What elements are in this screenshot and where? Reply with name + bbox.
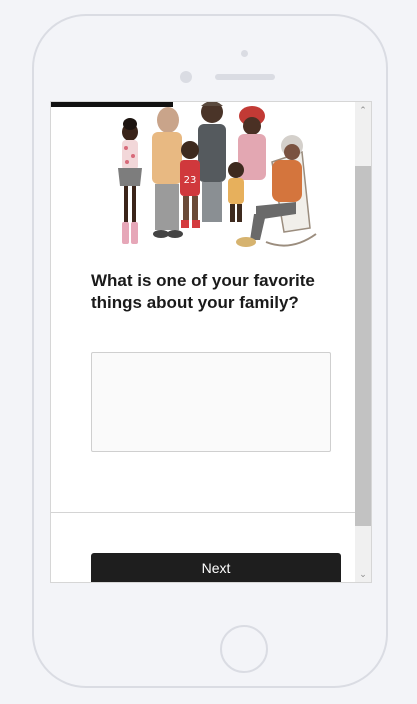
chevron-up-icon[interactable]: ⌃	[355, 102, 371, 118]
answer-textarea[interactable]	[91, 352, 331, 452]
footer-divider	[51, 512, 355, 513]
boy-figure: 23	[180, 141, 200, 228]
survey-screen: 23 What is one of your favorite things a…	[50, 101, 372, 583]
next-button[interactable]: Next	[91, 553, 341, 582]
family-illustration: 23	[118, 102, 317, 247]
speaker-grille	[215, 74, 275, 80]
scrollbar-thumb[interactable]	[355, 166, 371, 526]
camera-dot	[241, 50, 248, 57]
front-camera	[180, 71, 192, 83]
chevron-down-icon[interactable]: ⌄	[355, 566, 371, 582]
question-text: What is one of your favorite things abou…	[91, 271, 315, 312]
man-figure-1	[152, 107, 183, 238]
girl-figure	[118, 118, 142, 244]
jersey-number: 23	[184, 175, 197, 186]
toddler-figure	[228, 162, 244, 222]
scrollbar[interactable]: ⌃ ⌄	[355, 102, 371, 582]
man-figure-2	[198, 102, 226, 222]
home-button[interactable]	[220, 625, 268, 673]
